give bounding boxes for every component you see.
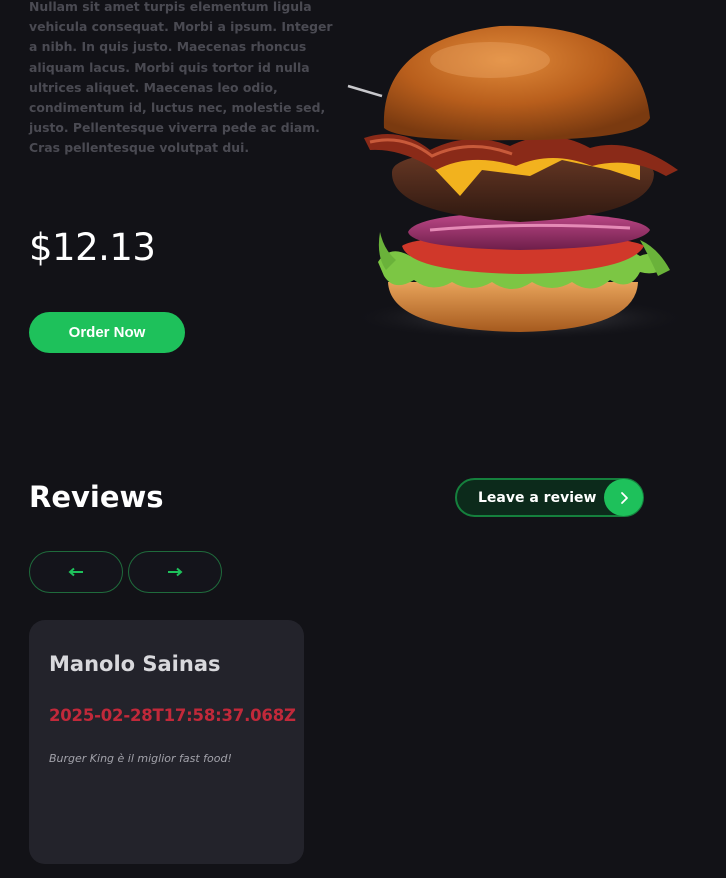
leave-review-label: Leave a review [478, 489, 597, 506]
next-review-button[interactable] [128, 551, 222, 593]
product-price: $12.13 [29, 226, 156, 269]
reviews-title: Reviews [29, 480, 164, 514]
review-date: 2025-02-28T17:58:37.068Z [49, 706, 296, 725]
chevron-right-icon [604, 479, 643, 516]
review-card: Manolo Sainas 2025-02-28T17:58:37.068Z B… [29, 620, 304, 864]
product-description: Nullam sit amet turpis elementum ligula … [29, 0, 333, 156]
leave-review-button[interactable]: Leave a review [455, 478, 644, 517]
burger-image [347, 25, 690, 340]
page: Nullam sit amet turpis elementum ligula … [0, 0, 726, 878]
arrow-right-icon [168, 567, 183, 577]
review-author: Manolo Sainas [49, 652, 221, 676]
previous-review-button[interactable] [29, 551, 123, 593]
arrow-left-icon [68, 567, 83, 577]
review-text: Burger King è il miglior fast food! [49, 752, 232, 765]
order-now-button[interactable]: Order Now [29, 312, 185, 353]
